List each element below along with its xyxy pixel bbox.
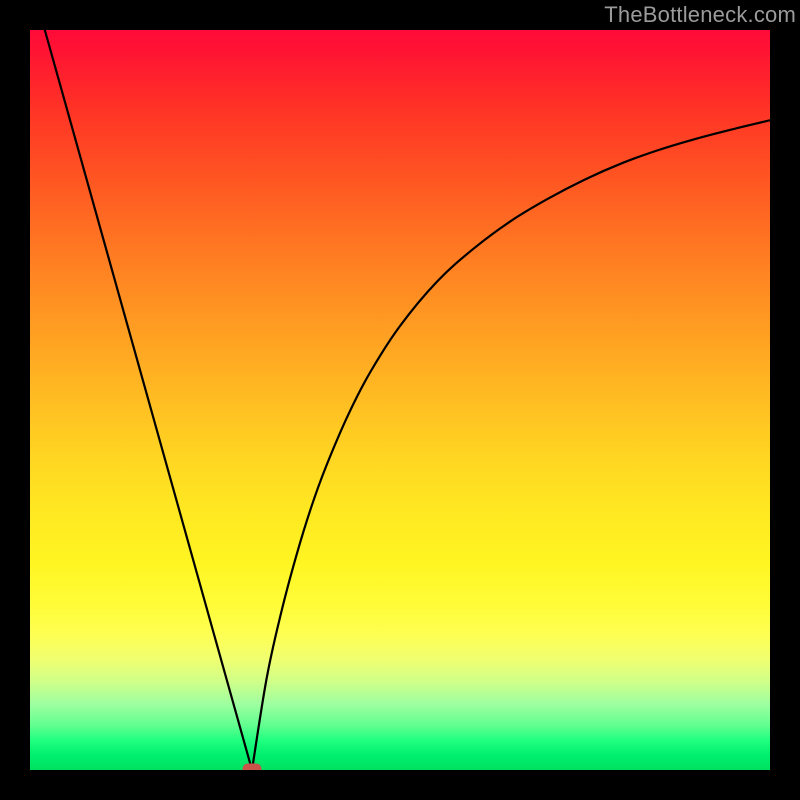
- watermark-text: TheBottleneck.com: [604, 2, 796, 28]
- chart-svg: [30, 30, 770, 770]
- chart-plot-area: [30, 30, 770, 770]
- chart-frame: TheBottleneck.com: [0, 0, 800, 800]
- curve-right: [252, 120, 770, 770]
- min-marker: [243, 764, 261, 770]
- curve-left: [45, 30, 252, 770]
